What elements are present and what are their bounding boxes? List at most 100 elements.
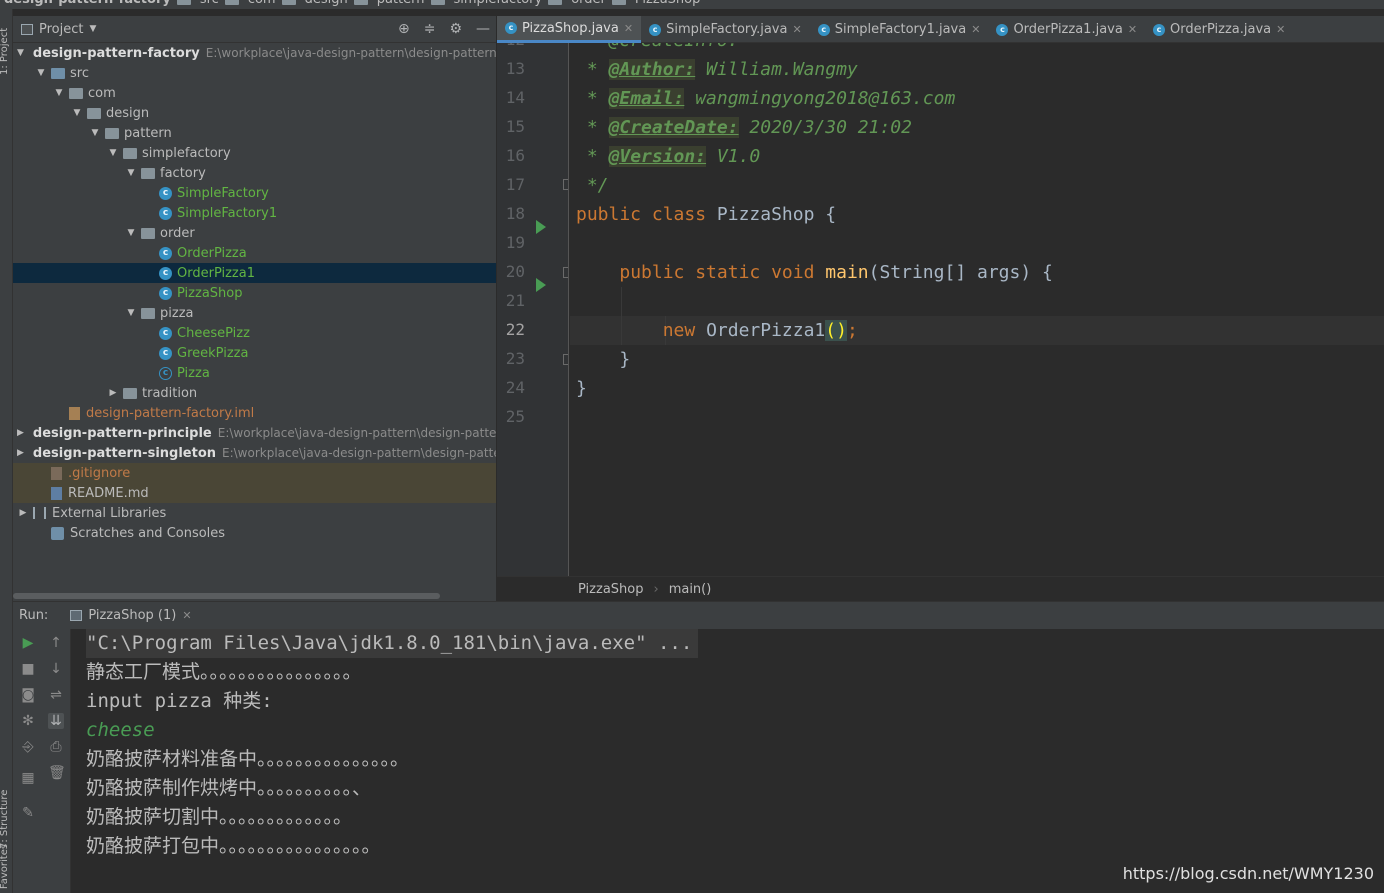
- tree-item[interactable]: c Pizza: [13, 363, 496, 383]
- collapse-arrow-icon[interactable]: ▶: [17, 508, 29, 518]
- folder-icon: [141, 167, 155, 179]
- expand-arrow-icon[interactable]: ▼: [71, 108, 83, 118]
- pin-icon[interactable]: ✎: [20, 805, 36, 821]
- breadcrumb-item[interactable]: design: [281, 0, 348, 7]
- horizontal-scrollbar[interactable]: [13, 593, 440, 599]
- favorites-tool-tab[interactable]: 2: Favorites: [0, 844, 10, 893]
- gear-icon[interactable]: ⚙: [449, 21, 462, 37]
- tree-item[interactable]: ▼ design: [13, 103, 496, 123]
- tree-item[interactable]: c OrderPizza1: [13, 263, 496, 283]
- camera-icon[interactable]: ◙: [20, 687, 36, 703]
- collapse-all-icon[interactable]: ≑: [424, 21, 436, 37]
- locate-icon[interactable]: ⊕: [398, 21, 410, 37]
- scratches-icon: [51, 526, 64, 540]
- tree-item[interactable]: ▼ design-pattern-factory E:\workplace\java…: [13, 43, 496, 63]
- expand-arrow-icon[interactable]: ▼: [89, 128, 101, 138]
- exit-icon[interactable]: ⎆: [20, 739, 36, 755]
- line-number: 17: [505, 175, 525, 194]
- breadcrumb-method[interactable]: main(): [669, 582, 712, 597]
- expand-arrow-icon[interactable]: ▼: [53, 88, 65, 98]
- hide-icon[interactable]: —: [476, 21, 490, 37]
- up-arrow-icon[interactable]: ↑: [48, 635, 64, 651]
- breadcrumb-item[interactable]: simplefactory: [430, 0, 542, 7]
- expand-arrow-icon[interactable]: ▼: [107, 148, 119, 158]
- chevron-down-icon: ▼: [89, 24, 97, 34]
- tree-item[interactable]: ▼ com: [13, 83, 496, 103]
- structure-tool-tab[interactable]: 7: Structure: [0, 790, 10, 849]
- breadcrumb-class[interactable]: PizzaShop: [578, 582, 643, 597]
- tree-item[interactable]: c CheesePizz: [13, 323, 496, 343]
- tree-item[interactable]: c PizzaShop: [13, 283, 496, 303]
- collapse-arrow-icon[interactable]: ▶: [107, 388, 119, 398]
- tree-item[interactable]: README.md: [13, 483, 496, 503]
- tree-item[interactable]: .gitignore: [13, 463, 496, 483]
- tree-item[interactable]: ▼ factory: [13, 163, 496, 183]
- rerun-icon[interactable]: ▶: [20, 635, 36, 651]
- expand-arrow-icon[interactable]: ▼: [125, 168, 137, 178]
- scroll-to-end-icon[interactable]: ⇊: [48, 713, 64, 729]
- down-arrow-icon[interactable]: ↓: [48, 661, 64, 677]
- tree-item[interactable]: ▶ design-pattern-principle E:\workplace\ja…: [13, 423, 496, 443]
- print-icon[interactable]: ⎙: [48, 739, 64, 755]
- trash-icon[interactable]: 🗑: [48, 765, 66, 781]
- settings-icon[interactable]: ✻: [20, 713, 36, 729]
- collapse-arrow-icon[interactable]: ▶: [17, 448, 24, 458]
- console-icon: [70, 610, 83, 621]
- editor-tab[interactable]: c SimpleFactory1.java ✕: [810, 16, 989, 43]
- editor-tab[interactable]: c SimpleFactory.java ✕: [641, 16, 810, 43]
- console-output-line: 奶酪披萨打包中。。。。。。。。。。。。。。。。: [86, 835, 381, 857]
- breadcrumb-item[interactable]: pattern: [353, 0, 425, 7]
- fold-marker-icon[interactable]: [563, 267, 568, 278]
- line-number: 13: [505, 59, 525, 78]
- tree-item[interactable]: ▼ pattern: [13, 123, 496, 143]
- collapse-arrow-icon[interactable]: ▶: [17, 428, 24, 438]
- run-tab-pizzashop[interactable]: PizzaShop (1) ✕: [66, 608, 195, 623]
- tree-item[interactable]: ▼ order: [13, 223, 496, 243]
- java-class-icon: c: [649, 23, 662, 36]
- editor-tab[interactable]: c PizzaShop.java ✕: [497, 16, 642, 43]
- console-output[interactable]: "C:\Program Files\Java\jdk1.8.0_181\bin\…: [71, 629, 1384, 893]
- expand-arrow-icon[interactable]: ▼: [17, 48, 24, 58]
- close-icon[interactable]: ✕: [971, 23, 980, 36]
- breadcrumb-item[interactable]: order: [548, 0, 606, 7]
- close-icon[interactable]: ✕: [1128, 23, 1137, 36]
- expand-arrow-icon[interactable]: ▼: [35, 68, 47, 78]
- editor-tab[interactable]: c OrderPizza1.java ✕: [988, 16, 1145, 43]
- tree-item[interactable]: ▶ tradition: [13, 383, 496, 403]
- breadcrumb-item[interactable]: src: [176, 0, 219, 7]
- expand-arrow-icon[interactable]: ▼: [125, 308, 137, 318]
- stop-icon[interactable]: ■: [20, 661, 36, 677]
- project-tool-tab[interactable]: 1: Project: [0, 28, 10, 75]
- line-number: 15: [505, 117, 525, 136]
- close-icon[interactable]: ✕: [792, 23, 801, 36]
- close-icon[interactable]: ✕: [182, 609, 191, 622]
- project-view-selector[interactable]: Project ▼: [21, 22, 96, 37]
- tree-item[interactable]: ▼ pizza: [13, 303, 496, 323]
- editor-breadcrumb: PizzaShop › main(): [497, 576, 1384, 601]
- breadcrumb-item[interactable]: PizzaShop: [611, 0, 700, 7]
- line-number: 21: [505, 291, 525, 310]
- run-class-icon[interactable]: [536, 220, 546, 234]
- tree-item[interactable]: ▶ design-pattern-singleton E:\workplace\ja…: [13, 443, 496, 463]
- code-area[interactable]: * @CreateInfo: * @Author: William.Wangmy…: [570, 43, 1384, 576]
- run-main-icon[interactable]: [536, 278, 546, 292]
- tree-item[interactable]: c OrderPizza: [13, 243, 496, 263]
- breadcrumb-item[interactable]: design-pattern-factory: [4, 0, 171, 7]
- tree-item[interactable]: c SimpleFactory1: [13, 203, 496, 223]
- tree-item[interactable]: c SimpleFactory: [13, 183, 496, 203]
- editor-tab[interactable]: c OrderPizza.java ✕: [1145, 16, 1293, 43]
- breadcrumb-item[interactable]: com: [224, 0, 276, 7]
- tree-item[interactable]: ▶ External Libraries: [13, 503, 496, 523]
- tree-item[interactable]: c GreekPizza: [13, 343, 496, 363]
- fold-marker-icon[interactable]: [563, 354, 568, 365]
- tree-item[interactable]: ▼ simplefactory: [13, 143, 496, 163]
- tree-item[interactable]: ▼ src: [13, 63, 496, 83]
- tree-item[interactable]: design-pattern-factory.iml: [13, 403, 496, 423]
- fold-marker-icon[interactable]: [563, 179, 568, 190]
- soft-wrap-icon[interactable]: ⇌: [48, 687, 64, 703]
- tree-item[interactable]: Scratches and Consoles: [13, 523, 496, 543]
- close-icon[interactable]: ✕: [624, 22, 633, 35]
- layout-icon[interactable]: ▦: [20, 770, 36, 786]
- expand-arrow-icon[interactable]: ▼: [125, 228, 137, 238]
- close-icon[interactable]: ✕: [1276, 23, 1285, 36]
